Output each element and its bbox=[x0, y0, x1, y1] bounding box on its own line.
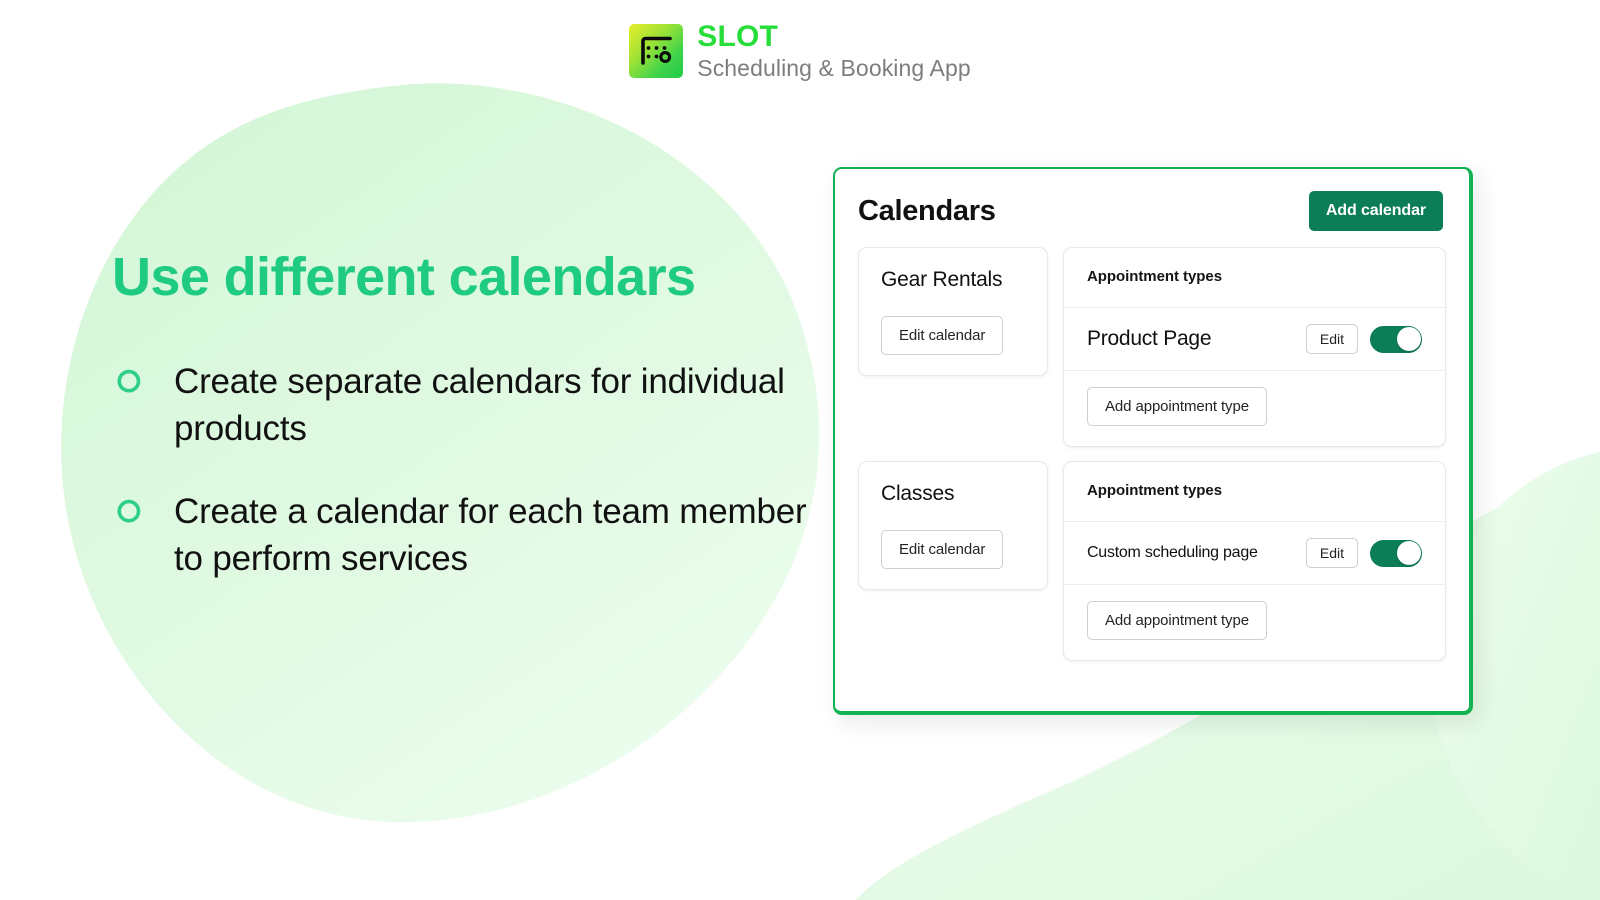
calendar-name: Classes bbox=[881, 482, 955, 505]
appointment-types-card: Appointment types Product Page Edit Add … bbox=[1063, 247, 1446, 447]
appointment-type-row: Custom scheduling page Edit bbox=[1064, 522, 1445, 585]
calendar-rows: Gear Rentals Edit calendar Appointment t… bbox=[835, 231, 1469, 661]
calendar-row: Gear Rentals Edit calendar Appointment t… bbox=[858, 247, 1446, 447]
list-item: Create separate calendars for individual… bbox=[112, 359, 832, 452]
appointment-type-name: Custom scheduling page bbox=[1087, 544, 1258, 561]
brand-title: SLOT bbox=[697, 20, 779, 53]
list-item-label: Create separate calendars for individual… bbox=[174, 362, 785, 448]
benefit-list: Create separate calendars for individual… bbox=[112, 359, 832, 582]
calendar-row: Classes Edit calendar Appointment types … bbox=[858, 461, 1446, 661]
swirl-icon bbox=[112, 366, 146, 400]
appointment-types-header: Appointment types bbox=[1064, 462, 1445, 522]
calendar-slot-icon bbox=[629, 24, 684, 78]
add-appointment-type-button[interactable]: Add appointment type bbox=[1087, 601, 1267, 640]
appointment-types-footer: Add appointment type bbox=[1064, 585, 1445, 660]
brand-header: SLOT Scheduling & Booking App bbox=[0, 22, 1600, 80]
brand-subtitle: Scheduling & Booking App bbox=[697, 55, 971, 81]
add-appointment-type-button[interactable]: Add appointment type bbox=[1087, 387, 1267, 426]
edit-calendar-button[interactable]: Edit calendar bbox=[881, 316, 1004, 355]
appointment-types-header: Appointment types bbox=[1064, 248, 1445, 308]
appointment-type-toggle[interactable] bbox=[1370, 539, 1422, 567]
appointment-types-card: Appointment types Custom scheduling page… bbox=[1063, 461, 1446, 661]
slide-canvas: SLOT Scheduling & Booking App Use differ… bbox=[0, 0, 1600, 900]
edit-calendar-button[interactable]: Edit calendar bbox=[881, 530, 1004, 569]
appointment-types-footer: Add appointment type bbox=[1064, 371, 1445, 446]
add-calendar-button[interactable]: Add calendar bbox=[1308, 191, 1443, 231]
page-title: Use different calendars bbox=[112, 247, 696, 307]
calendar-card: Classes Edit calendar bbox=[858, 461, 1048, 590]
calendars-panel: Calendars Add calendar Gear Rentals Edit… bbox=[833, 167, 1473, 715]
appointment-type-controls: Edit bbox=[1305, 324, 1422, 354]
swirl-icon bbox=[112, 496, 146, 530]
panel-header: Calendars Add calendar bbox=[835, 169, 1469, 231]
hero-content: Use different calendars Create separate … bbox=[112, 247, 832, 583]
appointment-type-row: Product Page Edit bbox=[1064, 308, 1445, 371]
appointment-type-toggle[interactable] bbox=[1370, 325, 1422, 353]
calendar-name: Gear Rentals bbox=[881, 268, 1003, 291]
panel-title: Calendars bbox=[858, 194, 996, 227]
list-item: Create a calendar for each team member t… bbox=[112, 489, 832, 582]
edit-appointment-type-button[interactable]: Edit bbox=[1305, 324, 1358, 354]
list-item-label: Create a calendar for each team member t… bbox=[174, 492, 807, 579]
calendar-card: Gear Rentals Edit calendar bbox=[858, 247, 1048, 376]
toggle-knob bbox=[1396, 327, 1421, 351]
toggle-knob bbox=[1396, 541, 1421, 565]
brand-logo: SLOT Scheduling & Booking App bbox=[629, 22, 971, 80]
appointment-type-controls: Edit bbox=[1305, 538, 1422, 568]
edit-appointment-type-button[interactable]: Edit bbox=[1305, 538, 1358, 568]
appointment-type-name: Product Page bbox=[1087, 327, 1212, 350]
